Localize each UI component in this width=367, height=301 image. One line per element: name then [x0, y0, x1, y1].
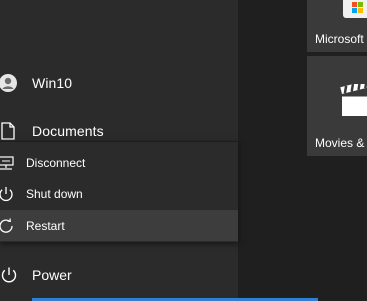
documents-label: Documents	[32, 123, 104, 139]
user-account-item[interactable]: Win10	[0, 63, 238, 103]
shut-down-menu-item[interactable]: Shut down	[0, 178, 238, 209]
microsoft-store-label: Microsoft	[315, 32, 364, 46]
shut-down-label: Shut down	[26, 186, 83, 201]
user-avatar-icon	[0, 73, 18, 93]
clapperboard-icon	[340, 79, 367, 123]
restart-menu-item[interactable]: Restart	[0, 210, 238, 241]
power-options-menu: Disconnect Shut down Restart	[0, 141, 238, 242]
power-icon	[0, 265, 19, 285]
start-menu-left-column: Win10 Documents Disconnect Shut down Res…	[0, 0, 238, 301]
restart-icon	[0, 217, 15, 235]
power-icon	[0, 185, 15, 203]
document-icon	[0, 121, 18, 141]
user-name-label: Win10	[32, 75, 73, 91]
movies-tv-tile[interactable]: Movies &	[307, 56, 367, 156]
disconnect-label: Disconnect	[26, 155, 86, 170]
microsoft-store-tile[interactable]: Microsoft	[307, 0, 367, 52]
disconnect-icon	[0, 154, 15, 172]
movies-tv-label: Movies &	[315, 136, 365, 150]
power-button[interactable]: Power	[0, 255, 238, 295]
disconnect-menu-item[interactable]: Disconnect	[0, 147, 238, 178]
microsoft-store-icon	[343, 0, 367, 18]
restart-label: Restart	[26, 218, 65, 233]
power-label: Power	[32, 267, 72, 283]
